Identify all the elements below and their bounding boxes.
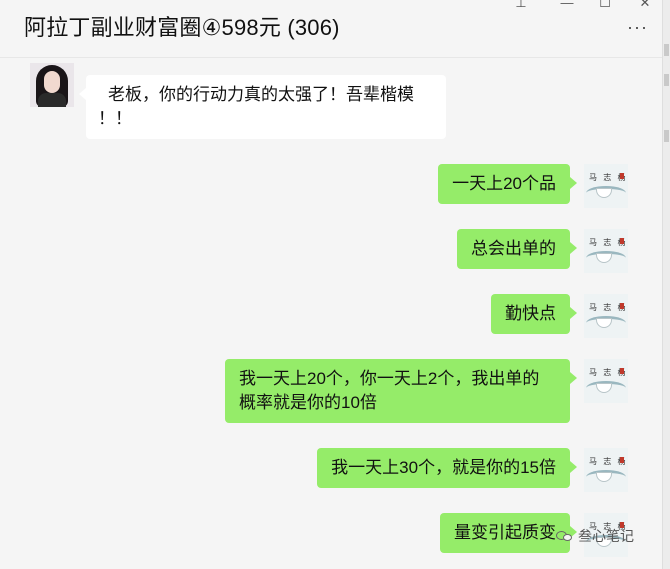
close-icon[interactable]: ✕ <box>630 0 660 12</box>
pin-icon[interactable]: ⊥ <box>506 0 536 12</box>
self-avatar[interactable]: 马 志 杨 <box>584 448 628 492</box>
message-text: 量变引起质变 <box>454 523 556 542</box>
more-options-icon[interactable]: ··· <box>627 18 648 36</box>
message-text: 总会出单的 <box>471 239 556 258</box>
self-avatar[interactable]: 马 志 杨 <box>584 294 628 338</box>
message-text: 老板，你的行动力真的太强了！吾辈楷模 <box>108 85 414 104</box>
message-text: 勤快点 <box>505 304 556 323</box>
message-text: 概率就是你的10倍 <box>239 393 377 412</box>
sender-avatar[interactable] <box>30 63 74 107</box>
message-bubble-incoming[interactable]: 老板，你的行动力真的太强了！吾辈楷模 ！！ <box>79 75 446 139</box>
self-avatar[interactable]: 马 志 杨 <box>584 164 628 208</box>
watermark: 叁心笔记 <box>556 526 634 546</box>
message-text: 我一天上30个，就是你的15倍 <box>331 458 556 477</box>
message-bubble-outgoing[interactable]: 我一天上30个，就是你的15倍 <box>317 448 577 488</box>
message-bubble-outgoing[interactable]: 量变引起质变 <box>440 513 577 553</box>
self-avatar[interactable]: 马 志 杨 <box>584 229 628 273</box>
message-text: 一天上20个品 <box>452 174 556 193</box>
right-panel-edge <box>662 0 670 569</box>
message-bubble-outgoing[interactable]: 我一天上20个，你一天上2个，我出单的 概率就是你的10倍 <box>225 359 577 423</box>
watermark-text: 叁心笔记 <box>578 528 634 544</box>
maximize-icon[interactable]: ☐ <box>590 0 620 12</box>
message-bubble-outgoing[interactable]: 总会出单的 <box>457 229 577 269</box>
message-bubble-outgoing[interactable]: 勤快点 <box>491 294 577 334</box>
message-text: 我一天上20个，你一天上2个，我出单的 <box>239 369 540 388</box>
message-text: ！！ <box>98 109 132 128</box>
chat-header: 阿拉丁副业财富圈④598元 (306) ⊥ — ☐ ✕ ··· <box>0 0 670 58</box>
minimize-icon[interactable]: — <box>552 0 582 12</box>
wechat-icon <box>556 529 574 543</box>
chat-title: 阿拉丁副业财富圈④598元 (306) <box>24 15 340 40</box>
self-avatar[interactable]: 马 志 杨 <box>584 359 628 403</box>
message-list[interactable]: 老板，你的行动力真的太强了！吾辈楷模 ！！ 一天上20个品 马 志 杨 总会出单… <box>0 59 662 569</box>
message-bubble-outgoing[interactable]: 一天上20个品 <box>438 164 577 204</box>
